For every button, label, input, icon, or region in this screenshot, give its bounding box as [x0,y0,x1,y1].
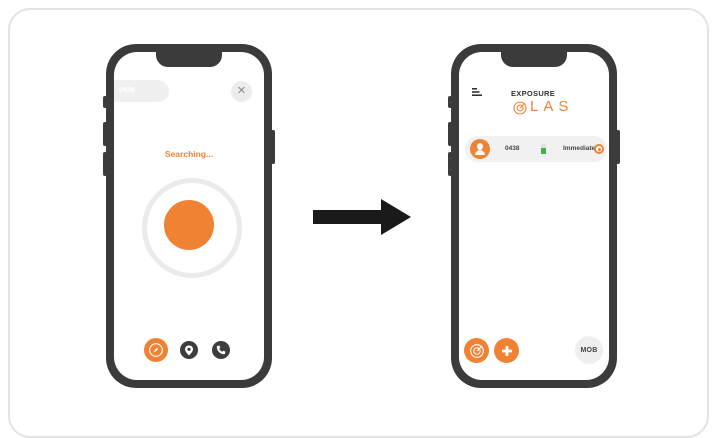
radar-button[interactable] [464,338,489,363]
volume-up-button [103,122,107,146]
phone-icon [216,345,226,355]
battery-icon [541,144,546,154]
volume-down-button [448,152,452,176]
menu-icon[interactable] [472,88,482,96]
mute-switch [448,96,452,108]
phone-searching: 0438 ✕ Searching... [103,44,275,388]
volume-up-button [448,122,452,146]
device-list-row[interactable]: 0438 Immediate [465,136,607,162]
mob-button[interactable]: MOB [575,336,603,364]
power-button [271,130,275,164]
user-avatar-icon [470,139,490,159]
nav-location-button[interactable] [180,341,198,359]
logo-las-text: LAS [530,98,574,115]
phone-results: EXPOSURE LAS 0438 Immediate MOB [448,44,620,388]
plus-icon [501,345,512,356]
row-device-id: 0438 [505,145,520,152]
close-button[interactable]: ✕ [231,81,252,102]
phone-notch [501,51,567,67]
nav-compass-button[interactable] [144,338,168,362]
power-button [616,130,620,164]
battery-level [541,148,546,154]
nav-phone-button[interactable] [212,341,230,359]
row-proximity-status: Immediate [563,145,596,152]
bottom-nav [144,338,240,362]
searching-status: Searching... [164,149,214,159]
mute-switch [103,96,107,108]
phone-notch [156,51,222,67]
compass-icon [149,343,163,357]
add-button[interactable] [494,338,519,363]
phone-screen: EXPOSURE LAS 0438 Immediate MOB [459,52,609,380]
location-pin-icon [185,345,193,355]
radar-logo-icon [513,101,527,115]
phone-screen: 0438 ✕ Searching... [114,52,264,380]
logo-wordmark-top: EXPOSURE [511,89,556,98]
search-indicator-dot [164,200,214,250]
right-arrow-icon [313,199,411,235]
close-icon: ✕ [236,85,247,97]
target-marker-icon [594,144,604,154]
device-id-pill: 0438 [114,80,169,102]
volume-down-button [103,152,107,176]
radar-icon [469,343,484,358]
